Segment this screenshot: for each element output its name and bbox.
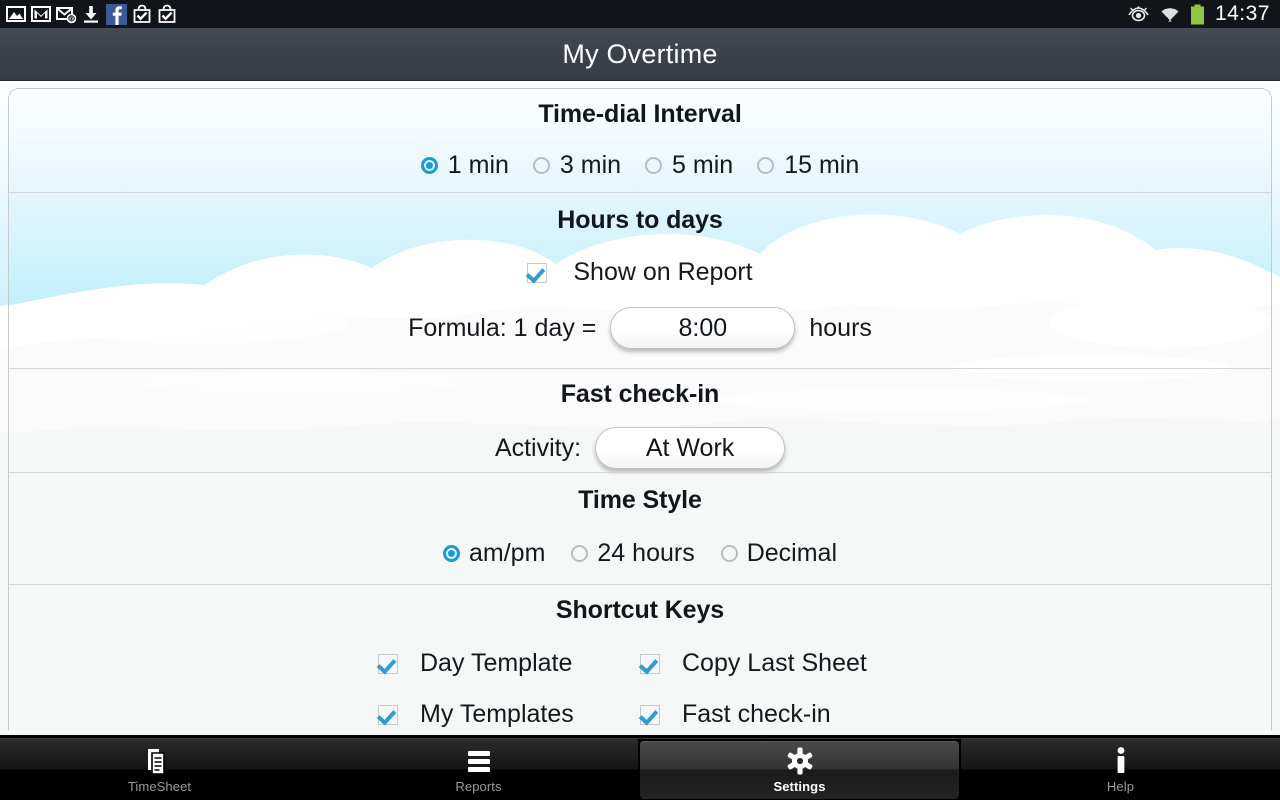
shortcut-my-templates-checkbox[interactable]	[378, 704, 398, 725]
time-dial-radio-group[interactable]: 1 min 3 min 5 min 15 min	[9, 151, 1271, 180]
shortcut-label: My Templates	[420, 700, 574, 728]
nav-tab-reports[interactable]: Reports	[319, 739, 638, 800]
nav-label: Help	[1106, 779, 1135, 794]
nav-tab-help[interactable]: Help	[961, 739, 1280, 800]
gallery-icon	[6, 6, 26, 22]
shortcut-label: Day Template	[420, 649, 573, 677]
radio-label: 1 min	[447, 151, 509, 179]
radio-label: am/pm	[469, 539, 546, 567]
gear-icon	[785, 746, 815, 776]
shortcut-day-template-row[interactable]: Day Template	[378, 649, 640, 678]
nav-label: Settings	[773, 779, 826, 794]
radio-indicator[interactable]	[571, 545, 589, 562]
nav-tab-settings[interactable]: Settings	[640, 741, 959, 799]
battery-icon	[1190, 4, 1204, 24]
shortcut-keys-title: Shortcut Keys	[555, 596, 725, 624]
wifi-icon	[1161, 8, 1179, 22]
gmail-icon	[31, 6, 51, 22]
radio-option-3-min[interactable]: 3 min	[532, 151, 622, 180]
section-time-style: Time Style am/pm 24 hours Decimal	[9, 472, 1271, 584]
fast-checkin-title: Fast check-in	[560, 380, 720, 408]
shortcut-fast-checkin-row[interactable]: Fast check-in	[640, 700, 902, 729]
time-style-title: Time Style	[578, 486, 702, 514]
radio-label: 15 min	[784, 151, 860, 179]
radio-option-decimal[interactable]: Decimal	[720, 539, 837, 568]
facebook-icon	[106, 3, 127, 25]
show-on-report-label: Show on Report	[573, 258, 753, 286]
radio-indicator[interactable]	[443, 545, 460, 562]
radio-indicator[interactable]	[720, 545, 738, 562]
shortcut-label: Fast check-in	[682, 700, 831, 728]
radio-label: 5 min	[672, 151, 734, 179]
section-fast-checkin: Fast check-in Activity: At Work	[9, 368, 1271, 472]
radio-indicator[interactable]	[532, 157, 550, 174]
page-title: My Overtime	[562, 38, 718, 69]
section-hours-to-days: Hours to days Show on Report Formula: 1 …	[9, 192, 1271, 368]
activity-label: Activity:	[494, 433, 582, 462]
hours-to-days-title: Hours to days	[557, 206, 723, 234]
time-style-radio-group[interactable]: am/pm 24 hours Decimal	[9, 539, 1271, 568]
shortcut-label: Copy Last Sheet	[682, 649, 867, 677]
shortcut-fast-checkin-checkbox[interactable]	[640, 704, 660, 725]
status-clock: 14:37	[1214, 2, 1270, 25]
status-bar-system-icons: 14:37	[1127, 2, 1280, 26]
checkmark-bag-icon-2	[158, 4, 176, 23]
radio-option-15-min[interactable]: 15 min	[757, 151, 859, 180]
activity-button[interactable]: At Work	[595, 427, 786, 469]
bottom-navigation-bar: TimeSheet Reports Settings Help	[0, 738, 1280, 800]
app-title-bar: My Overtime	[0, 28, 1280, 81]
radio-label: 3 min	[559, 151, 622, 179]
list-icon	[464, 746, 494, 776]
radio-indicator[interactable]	[757, 157, 775, 174]
section-shortcut-keys: Shortcut Keys Day Template Copy Last She…	[9, 584, 1271, 730]
svg-text:@: @	[68, 17, 74, 23]
nav-tab-timesheet[interactable]: TimeSheet	[0, 739, 319, 800]
show-on-report-checkbox-row[interactable]: Show on Report	[527, 258, 753, 287]
section-time-dial-interval: Time-dial Interval 1 min 3 min 5 min 15 …	[9, 89, 1271, 192]
nav-label: Reports	[455, 779, 502, 794]
settings-card: Time-dial Interval 1 min 3 min 5 min 15 …	[8, 88, 1272, 730]
show-on-report-checkbox[interactable]	[527, 262, 548, 283]
radio-indicator[interactable]	[420, 157, 438, 174]
shortcut-copy-last-sheet-row[interactable]: Copy Last Sheet	[640, 649, 902, 678]
radio-label: 24 hours	[597, 539, 695, 567]
checkmark-bag-icon	[133, 4, 151, 23]
time-dial-title: Time-dial Interval	[538, 100, 742, 128]
shortcut-copy-last-sheet-checkbox[interactable]	[640, 653, 660, 674]
app-screen: @ 14:37 My Overtime Time-dial Interval 1…	[0, 0, 1280, 800]
formula-prefix-label: Formula: 1 day =	[408, 313, 597, 342]
formula-suffix-label: hours	[809, 313, 872, 342]
shortcut-day-template-checkbox[interactable]	[378, 653, 398, 674]
email-at-icon: @	[56, 7, 76, 24]
smart-stay-eye-icon	[1128, 6, 1149, 22]
status-bar-notification-icons: @	[0, 3, 177, 25]
radio-option-5-min[interactable]: 5 min	[645, 151, 733, 180]
info-icon	[1113, 746, 1129, 776]
nav-label: TimeSheet	[127, 779, 192, 794]
radio-indicator[interactable]	[645, 157, 663, 174]
formula-row: Formula: 1 day = 8:00 hours	[9, 307, 1271, 349]
radio-option-1-min[interactable]: 1 min	[420, 151, 509, 180]
radio-label: Decimal	[746, 539, 837, 567]
hours-per-day-button[interactable]: 8:00	[610, 307, 796, 349]
activity-row: Activity: At Work	[9, 427, 1271, 469]
documents-icon	[146, 746, 174, 776]
status-bar: @ 14:37	[0, 0, 1280, 28]
radio-option-ampm[interactable]: am/pm	[443, 539, 545, 568]
shortcut-my-templates-row[interactable]: My Templates	[378, 700, 640, 729]
radio-option-24-hours[interactable]: 24 hours	[571, 539, 695, 568]
download-icon	[84, 6, 98, 23]
